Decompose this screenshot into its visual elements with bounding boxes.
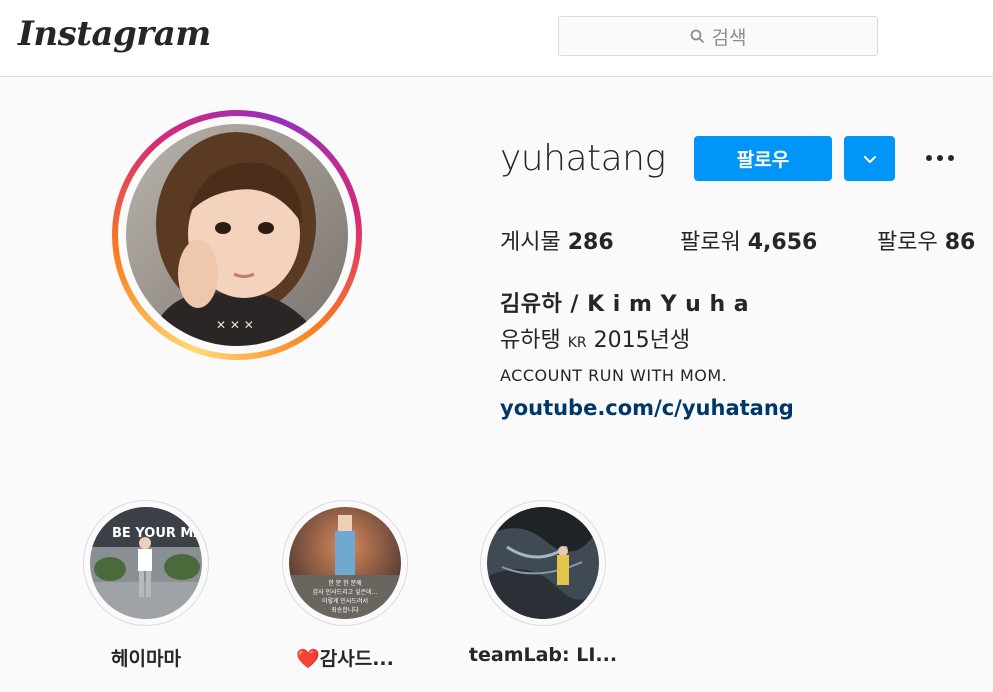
story-highlight[interactable]: teamLab: LI... bbox=[463, 500, 623, 666]
highlight-label: ❤️감사드... bbox=[296, 648, 394, 670]
highlight-ring: BE YOUR MAN bbox=[83, 500, 209, 626]
highlight-label: 헤이마마 bbox=[111, 648, 181, 670]
stat-label: 팔로우 bbox=[877, 230, 938, 255]
highlight-overlay-text: BE YOUR MAN bbox=[112, 526, 202, 541]
highlight-overlay-text: 한 분 한 분께 bbox=[328, 579, 361, 587]
highlight-cover-image: BE YOUR MAN bbox=[90, 507, 202, 619]
stat-label: 팔로워 bbox=[680, 230, 741, 255]
bio-line: ACCOUNT RUN WITH MOM. bbox=[500, 366, 728, 385]
stat-followers[interactable]: 팔로워 4,656 bbox=[680, 224, 817, 256]
highlight-ring: 한 분 한 분께 감사 인사드리고 싶은데... 이렇게 인사드려서 죄송합니다 bbox=[282, 500, 408, 626]
bio-external-link[interactable]: youtube.com/c/yuhatang bbox=[500, 396, 794, 420]
highlight-cover: BE YOUR MAN bbox=[90, 507, 202, 619]
bio-text: 2015년생 bbox=[593, 328, 691, 353]
bio-line: 유하탱 KR 2015년생 bbox=[500, 322, 690, 354]
svg-text:✕ ✕ ✕: ✕ ✕ ✕ bbox=[216, 318, 254, 332]
profile-username: yuhatang bbox=[500, 138, 666, 179]
bio-country-code: KR bbox=[567, 335, 587, 351]
chevron-down-icon bbox=[863, 155, 876, 163]
instagram-logo[interactable]: Instagram bbox=[18, 14, 211, 54]
dot-icon bbox=[926, 155, 932, 161]
top-navigation-bar: Instagram 검색 bbox=[0, 0, 993, 77]
suggested-accounts-dropdown-button[interactable] bbox=[844, 136, 895, 181]
stat-label: 게시물 bbox=[500, 230, 561, 255]
follow-button[interactable]: 팔로우 bbox=[694, 136, 832, 181]
stat-value: 86 bbox=[944, 230, 976, 255]
highlight-overlay-text: 죄송합니다 bbox=[331, 606, 359, 614]
avatar-photo: ✕ ✕ ✕ bbox=[126, 124, 348, 346]
highlight-cover-image: 한 분 한 분께 감사 인사드리고 싶은데... 이렇게 인사드려서 죄송합니다 bbox=[289, 507, 401, 619]
highlight-cover bbox=[487, 507, 599, 619]
search-input[interactable]: 검색 bbox=[558, 16, 878, 56]
search-icon bbox=[690, 29, 704, 43]
stat-value: 286 bbox=[567, 230, 614, 255]
highlight-cover-image bbox=[487, 507, 599, 619]
dot-icon bbox=[948, 155, 954, 161]
highlight-overlay-text: 감사 인사드리고 싶은데... bbox=[313, 588, 378, 596]
search-placeholder: 검색 bbox=[711, 26, 747, 49]
highlight-label: teamLab: LI... bbox=[468, 644, 618, 666]
story-highlight[interactable]: BE YOUR MAN 헤이마마 bbox=[66, 500, 226, 671]
highlight-overlay-text: 이렇게 인사드려서 bbox=[322, 597, 368, 605]
stat-following[interactable]: 팔로우 86 bbox=[877, 224, 975, 256]
profile-avatar: ✕ ✕ ✕ bbox=[126, 124, 348, 346]
more-options-button[interactable] bbox=[920, 143, 960, 173]
stat-posts: 게시물 286 bbox=[500, 224, 614, 256]
highlight-ring bbox=[480, 500, 606, 626]
stat-value: 4,656 bbox=[747, 230, 818, 255]
dot-icon bbox=[937, 155, 943, 161]
highlight-cover: 한 분 한 분께 감사 인사드리고 싶은데... 이렇게 인사드려서 죄송합니다 bbox=[289, 507, 401, 619]
profile-avatar-story-ring[interactable]: ✕ ✕ ✕ bbox=[112, 110, 362, 360]
bio-text: 유하탱 bbox=[500, 328, 561, 353]
profile-full-name: 김유하 / K i m Y u h a bbox=[500, 292, 750, 317]
story-highlight[interactable]: 한 분 한 분께 감사 인사드리고 싶은데... 이렇게 인사드려서 죄송합니다… bbox=[265, 500, 425, 671]
